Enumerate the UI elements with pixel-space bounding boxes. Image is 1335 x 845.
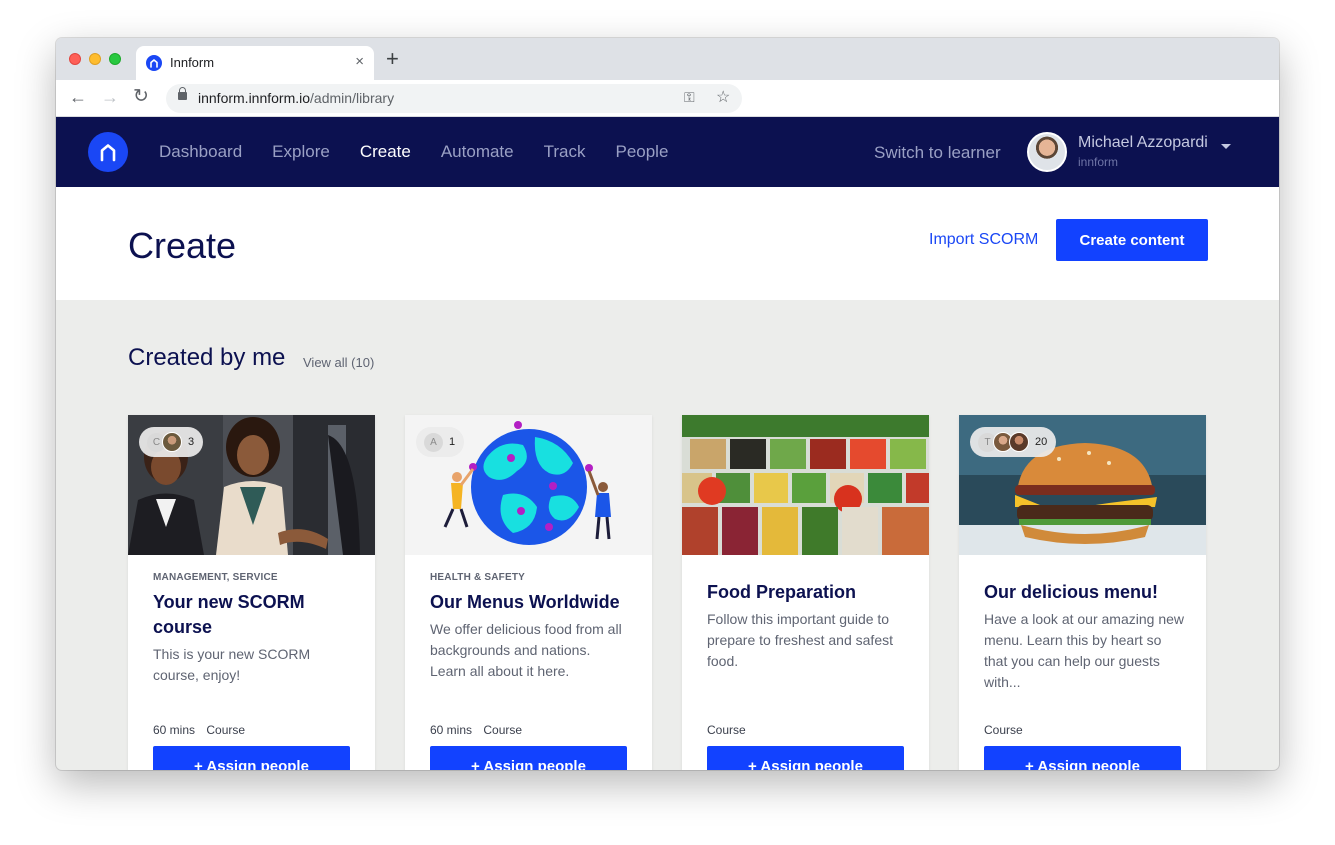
course-thumbnail: T 20 [959, 415, 1206, 555]
assignee-badge[interactable]: T 20 [970, 427, 1057, 457]
user-avatar[interactable] [1027, 132, 1067, 172]
course-card[interactable]: A 1 HEALTH & SAFETY Our Menus Worldwide … [405, 415, 652, 770]
assign-people-button[interactable]: + Assign people [430, 746, 627, 770]
assign-people-button[interactable]: + Assign people [984, 746, 1181, 770]
forward-arrow-icon[interactable]: → [101, 86, 119, 108]
section-title: Created by me [128, 344, 286, 371]
card-duration: 60 mins [153, 723, 196, 737]
card-type: Course [483, 723, 523, 737]
card-title[interactable]: Food Preparation [707, 580, 912, 605]
card-meta: Course [984, 723, 1031, 737]
page-header: Create Import SCORM Create content [56, 187, 1279, 300]
browser-window: Innform × + ← → ↻ innform.innform.io/adm… [56, 38, 1279, 770]
nav-people[interactable]: People [615, 142, 668, 162]
main-nav: Dashboard Explore Create Automate Track … [159, 117, 698, 187]
assign-people-button[interactable]: + Assign people [153, 746, 350, 770]
assignee-badge[interactable]: C 3 [139, 427, 204, 457]
nav-automate[interactable]: Automate [441, 142, 514, 162]
card-category: MANAGEMENT, SERVICE [153, 572, 278, 583]
card-duration: 60 mins [430, 723, 473, 737]
assignee-badge[interactable]: A 1 [416, 427, 465, 457]
browser-tab[interactable]: Innform × [136, 46, 374, 80]
course-thumbnail [682, 415, 929, 555]
card-type: Course [707, 723, 746, 737]
card-meta: 60 mins Course [430, 723, 530, 737]
card-title[interactable]: Our Menus Worldwide [430, 590, 635, 615]
assignee-count: 20 [1035, 436, 1048, 448]
nav-dashboard[interactable]: Dashboard [159, 142, 242, 162]
new-tab-button[interactable]: + [386, 48, 399, 70]
assignee-initial: A [424, 432, 443, 452]
assign-people-button[interactable]: + Assign people [707, 746, 904, 770]
nav-create[interactable]: Create [360, 142, 411, 162]
close-window-button[interactable] [69, 53, 81, 65]
card-title[interactable]: Your new SCORM course [153, 590, 333, 640]
assignee-count: 3 [188, 436, 195, 448]
user-menu-caret-icon[interactable] [1221, 144, 1231, 149]
course-card[interactable]: C 3 MANAGEMENT, SERVICE Your new SCORM c… [128, 415, 375, 770]
course-card[interactable]: Food Preparation Follow this important g… [682, 415, 929, 770]
course-card[interactable]: T 20 Our delicious menu! Have a look at … [959, 415, 1206, 770]
create-content-button[interactable]: Create content [1056, 219, 1208, 261]
card-description: Follow this important guide to prepare t… [707, 611, 893, 669]
minimize-window-button[interactable] [89, 53, 101, 65]
nav-track[interactable]: Track [544, 142, 586, 162]
url-text: innform.innform.io/admin/library [198, 90, 395, 106]
user-name[interactable]: Michael Azzopardi [1078, 134, 1208, 152]
innform-logo-icon[interactable] [88, 132, 128, 172]
address-bar[interactable]: innform.innform.io/admin/library ⚿ ☆ [166, 84, 742, 113]
star-icon[interactable]: ☆ [716, 87, 730, 107]
tab-close-icon[interactable]: × [355, 53, 364, 70]
zoom-window-button[interactable] [109, 53, 121, 65]
reload-icon[interactable]: ↻ [133, 86, 149, 108]
back-arrow-icon[interactable]: ← [69, 86, 87, 108]
card-meta: 60 mins Course [153, 723, 253, 737]
nav-explore[interactable]: Explore [272, 142, 330, 162]
course-thumbnail: C 3 [128, 415, 375, 555]
user-org: innform [1078, 155, 1119, 169]
assignee-avatar [162, 432, 182, 452]
card-description: This is your new SCORM course, enjoy! [153, 646, 311, 683]
view-all-link[interactable]: View all (10) [303, 355, 374, 370]
card-type: Course [206, 723, 246, 737]
card-description: We offer delicious food from all backgro… [430, 621, 622, 679]
switch-to-learner-link[interactable]: Switch to learner [874, 143, 1001, 163]
innform-favicon-icon [146, 55, 162, 71]
import-scorm-link[interactable]: Import SCORM [929, 231, 1038, 249]
app-navbar: Dashboard Explore Create Automate Track … [56, 117, 1279, 187]
browser-toolbar: ← → ↻ innform.innform.io/admin/library ⚿… [56, 80, 1279, 117]
key-icon[interactable]: ⚿ [684, 89, 695, 106]
tab-title: Innform [170, 55, 215, 70]
card-category: HEALTH & SAFETY [430, 572, 526, 583]
card-meta: Course [707, 723, 754, 737]
card-title[interactable]: Our delicious menu! [984, 580, 1189, 605]
card-description: Have a look at our amazing new menu. Lea… [984, 611, 1184, 690]
page-title: Create [128, 225, 237, 266]
course-thumbnail: A 1 [405, 415, 652, 555]
assignee-count: 1 [449, 436, 456, 448]
assignee-avatar [1009, 432, 1029, 452]
tab-strip: Innform × + [56, 38, 1279, 80]
card-type: Course [984, 723, 1023, 737]
lock-icon [178, 87, 187, 100]
